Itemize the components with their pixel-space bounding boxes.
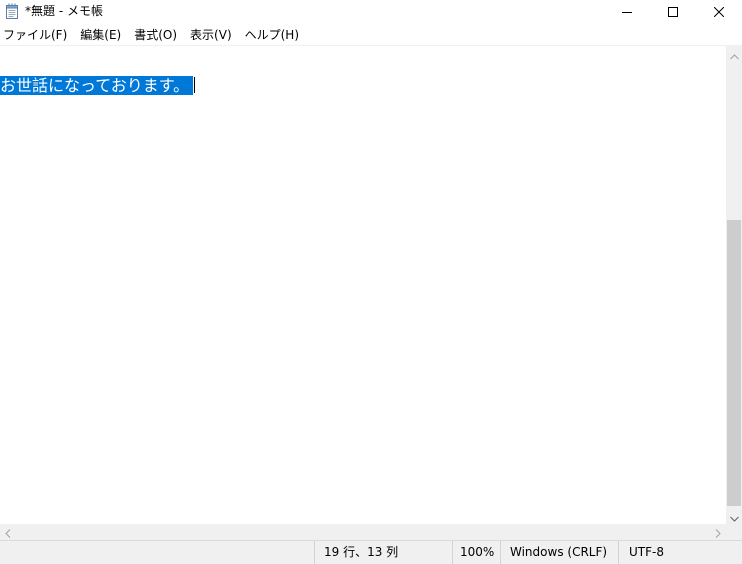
scroll-left-button[interactable] bbox=[0, 524, 16, 540]
menu-bar: ファイル(F) 編集(E) 書式(O) 表示(V) ヘルプ(H) bbox=[0, 26, 742, 45]
vertical-scrollbar[interactable] bbox=[726, 46, 742, 524]
scroll-down-button[interactable] bbox=[726, 508, 742, 524]
scroll-right-button[interactable] bbox=[710, 524, 726, 540]
status-bar: 19 行、13 列 100% Windows (CRLF) UTF-8 bbox=[0, 540, 742, 564]
maximize-button[interactable] bbox=[650, 0, 696, 22]
close-button[interactable] bbox=[696, 0, 742, 22]
selected-text[interactable]: お世話になっております。 bbox=[0, 76, 194, 95]
scrollbar-corner bbox=[726, 524, 742, 540]
text-editor[interactable]: お世話になっております。 bbox=[0, 46, 726, 524]
chevron-up-icon bbox=[729, 45, 739, 64]
vertical-scroll-thumb[interactable] bbox=[727, 220, 741, 506]
zoom-level: 100% bbox=[452, 541, 500, 564]
minimize-button[interactable] bbox=[604, 0, 650, 22]
menu-format[interactable]: 書式(O) bbox=[131, 26, 179, 45]
menu-edit[interactable]: 編集(E) bbox=[77, 26, 123, 45]
menu-file[interactable]: ファイル(F) bbox=[0, 26, 69, 45]
minimize-icon bbox=[622, 2, 632, 21]
encoding: UTF-8 bbox=[618, 541, 742, 564]
chevron-right-icon bbox=[715, 523, 721, 542]
title-bar[interactable]: *無題 - メモ帳 bbox=[0, 0, 742, 22]
maximize-icon bbox=[668, 2, 678, 21]
line-ending: Windows (CRLF) bbox=[500, 541, 618, 564]
horizontal-scrollbar[interactable] bbox=[0, 524, 726, 540]
scroll-up-button[interactable] bbox=[726, 46, 742, 62]
window-title: *無題 - メモ帳 bbox=[25, 4, 103, 18]
text-line: お世話になっております。 bbox=[0, 76, 196, 95]
cursor-position: 19 行、13 列 bbox=[314, 541, 452, 564]
menu-view[interactable]: 表示(V) bbox=[187, 26, 234, 45]
menu-help[interactable]: ヘルプ(H) bbox=[242, 26, 301, 45]
text-caret bbox=[194, 77, 196, 93]
notepad-icon bbox=[5, 3, 20, 19]
chevron-left-icon bbox=[5, 523, 11, 542]
chevron-down-icon bbox=[729, 507, 739, 526]
close-icon bbox=[713, 2, 725, 21]
